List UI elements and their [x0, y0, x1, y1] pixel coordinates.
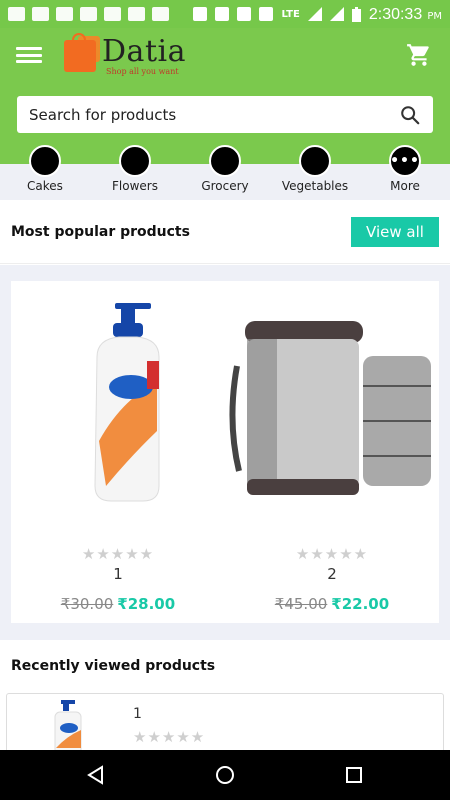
product-price: ₹30.00 ₹28.00 [11, 595, 225, 613]
popular-title: Most popular products [11, 224, 190, 240]
rating-stars: ★★★★★ [81, 545, 155, 563]
twitter-icon [128, 7, 145, 21]
recent-title: Recently viewed products [11, 658, 216, 674]
category-flowers[interactable]: Flowers [90, 145, 180, 193]
status-bar: LTE 2:30:33 PM [0, 0, 450, 28]
old-price: ₹45.00 [274, 595, 328, 613]
flowers-icon [119, 145, 151, 177]
location-icon [215, 7, 230, 21]
call-icon [259, 7, 274, 21]
search-input[interactable] [29, 105, 399, 124]
app-name: Datia [102, 34, 186, 69]
product-price: ₹45.00 ₹22.00 [225, 595, 439, 613]
view-all-button[interactable]: View all [351, 217, 439, 247]
shampoo-thumbnail-image [54, 700, 82, 752]
more-dots-icon: ••• [389, 145, 421, 177]
product-grid: ★★★★★ 1 ₹30.00 ₹28.00 ★★★★★ 2 ₹45.00 ₹22.0… [11, 281, 439, 623]
notification-icons [8, 7, 169, 21]
popular-section-header: Most popular products View all [0, 200, 450, 264]
app-tagline: Shop all you want [106, 67, 179, 76]
popular-products-area: ★★★★★ 1 ₹30.00 ₹28.00 ★★★★★ 2 ₹45.00 ₹22.0… [0, 265, 450, 640]
network-type: LTE [281, 8, 300, 20]
product-name: 2 [327, 565, 337, 583]
recent-item[interactable]: 1 ★★★★★ [6, 693, 444, 753]
recents-icon[interactable] [342, 763, 366, 787]
category-strip: Cakes Flowers Grocery Vegetables ••• Mor… [0, 145, 450, 200]
battery-icon [351, 6, 361, 22]
rating-stars: ★★★★★ [295, 545, 369, 563]
shampoo-bottle-image [94, 303, 160, 502]
app-header: Datia Shop all you want [0, 28, 450, 164]
product-card-2[interactable]: ★★★★★ 2 ₹45.00 ₹22.00 [225, 281, 439, 623]
grocery-icon [209, 145, 241, 177]
message-icon [8, 7, 25, 21]
app-logo[interactable]: Datia Shop all you want [62, 33, 212, 80]
video-icon [104, 7, 121, 21]
vibrate-icon [237, 7, 252, 21]
lunch-box-image [229, 321, 431, 495]
signal-icon [307, 7, 322, 21]
back-icon[interactable] [84, 763, 108, 787]
search-icon[interactable] [399, 104, 421, 126]
system-icons: LTE 2:30:33 PM [193, 4, 442, 24]
category-vegetables[interactable]: Vegetables [270, 145, 360, 193]
category-cakes[interactable]: Cakes [0, 145, 90, 193]
product-card-1[interactable]: ★★★★★ 1 ₹30.00 ₹28.00 [11, 281, 225, 623]
cast-icon [193, 7, 208, 21]
mail-icon [32, 7, 49, 21]
hamburger-icon [16, 47, 42, 50]
recent-item-name: 1 [133, 706, 142, 722]
menu-button[interactable] [16, 44, 42, 66]
vegetables-icon [299, 145, 331, 177]
clock: 2:30:33 PM [368, 6, 442, 23]
recent-section-header: Recently viewed products [0, 640, 450, 692]
new-price: ₹22.00 [331, 595, 390, 613]
system-nav-bar [0, 750, 450, 800]
usb-icon [152, 7, 169, 21]
missed-call-icon [80, 7, 97, 21]
cakes-icon [29, 145, 61, 177]
new-price: ₹28.00 [117, 595, 176, 613]
home-icon[interactable] [213, 763, 237, 787]
contact-icon [56, 7, 73, 21]
signal-icon-2 [329, 7, 344, 21]
old-price: ₹30.00 [60, 595, 114, 613]
product-name: 1 [113, 565, 123, 583]
category-grocery[interactable]: Grocery [180, 145, 270, 193]
cart-icon[interactable] [406, 42, 432, 68]
rating-stars: ★★★★★ [133, 728, 206, 746]
category-more[interactable]: ••• More [360, 145, 450, 193]
search-bar[interactable] [17, 96, 433, 133]
